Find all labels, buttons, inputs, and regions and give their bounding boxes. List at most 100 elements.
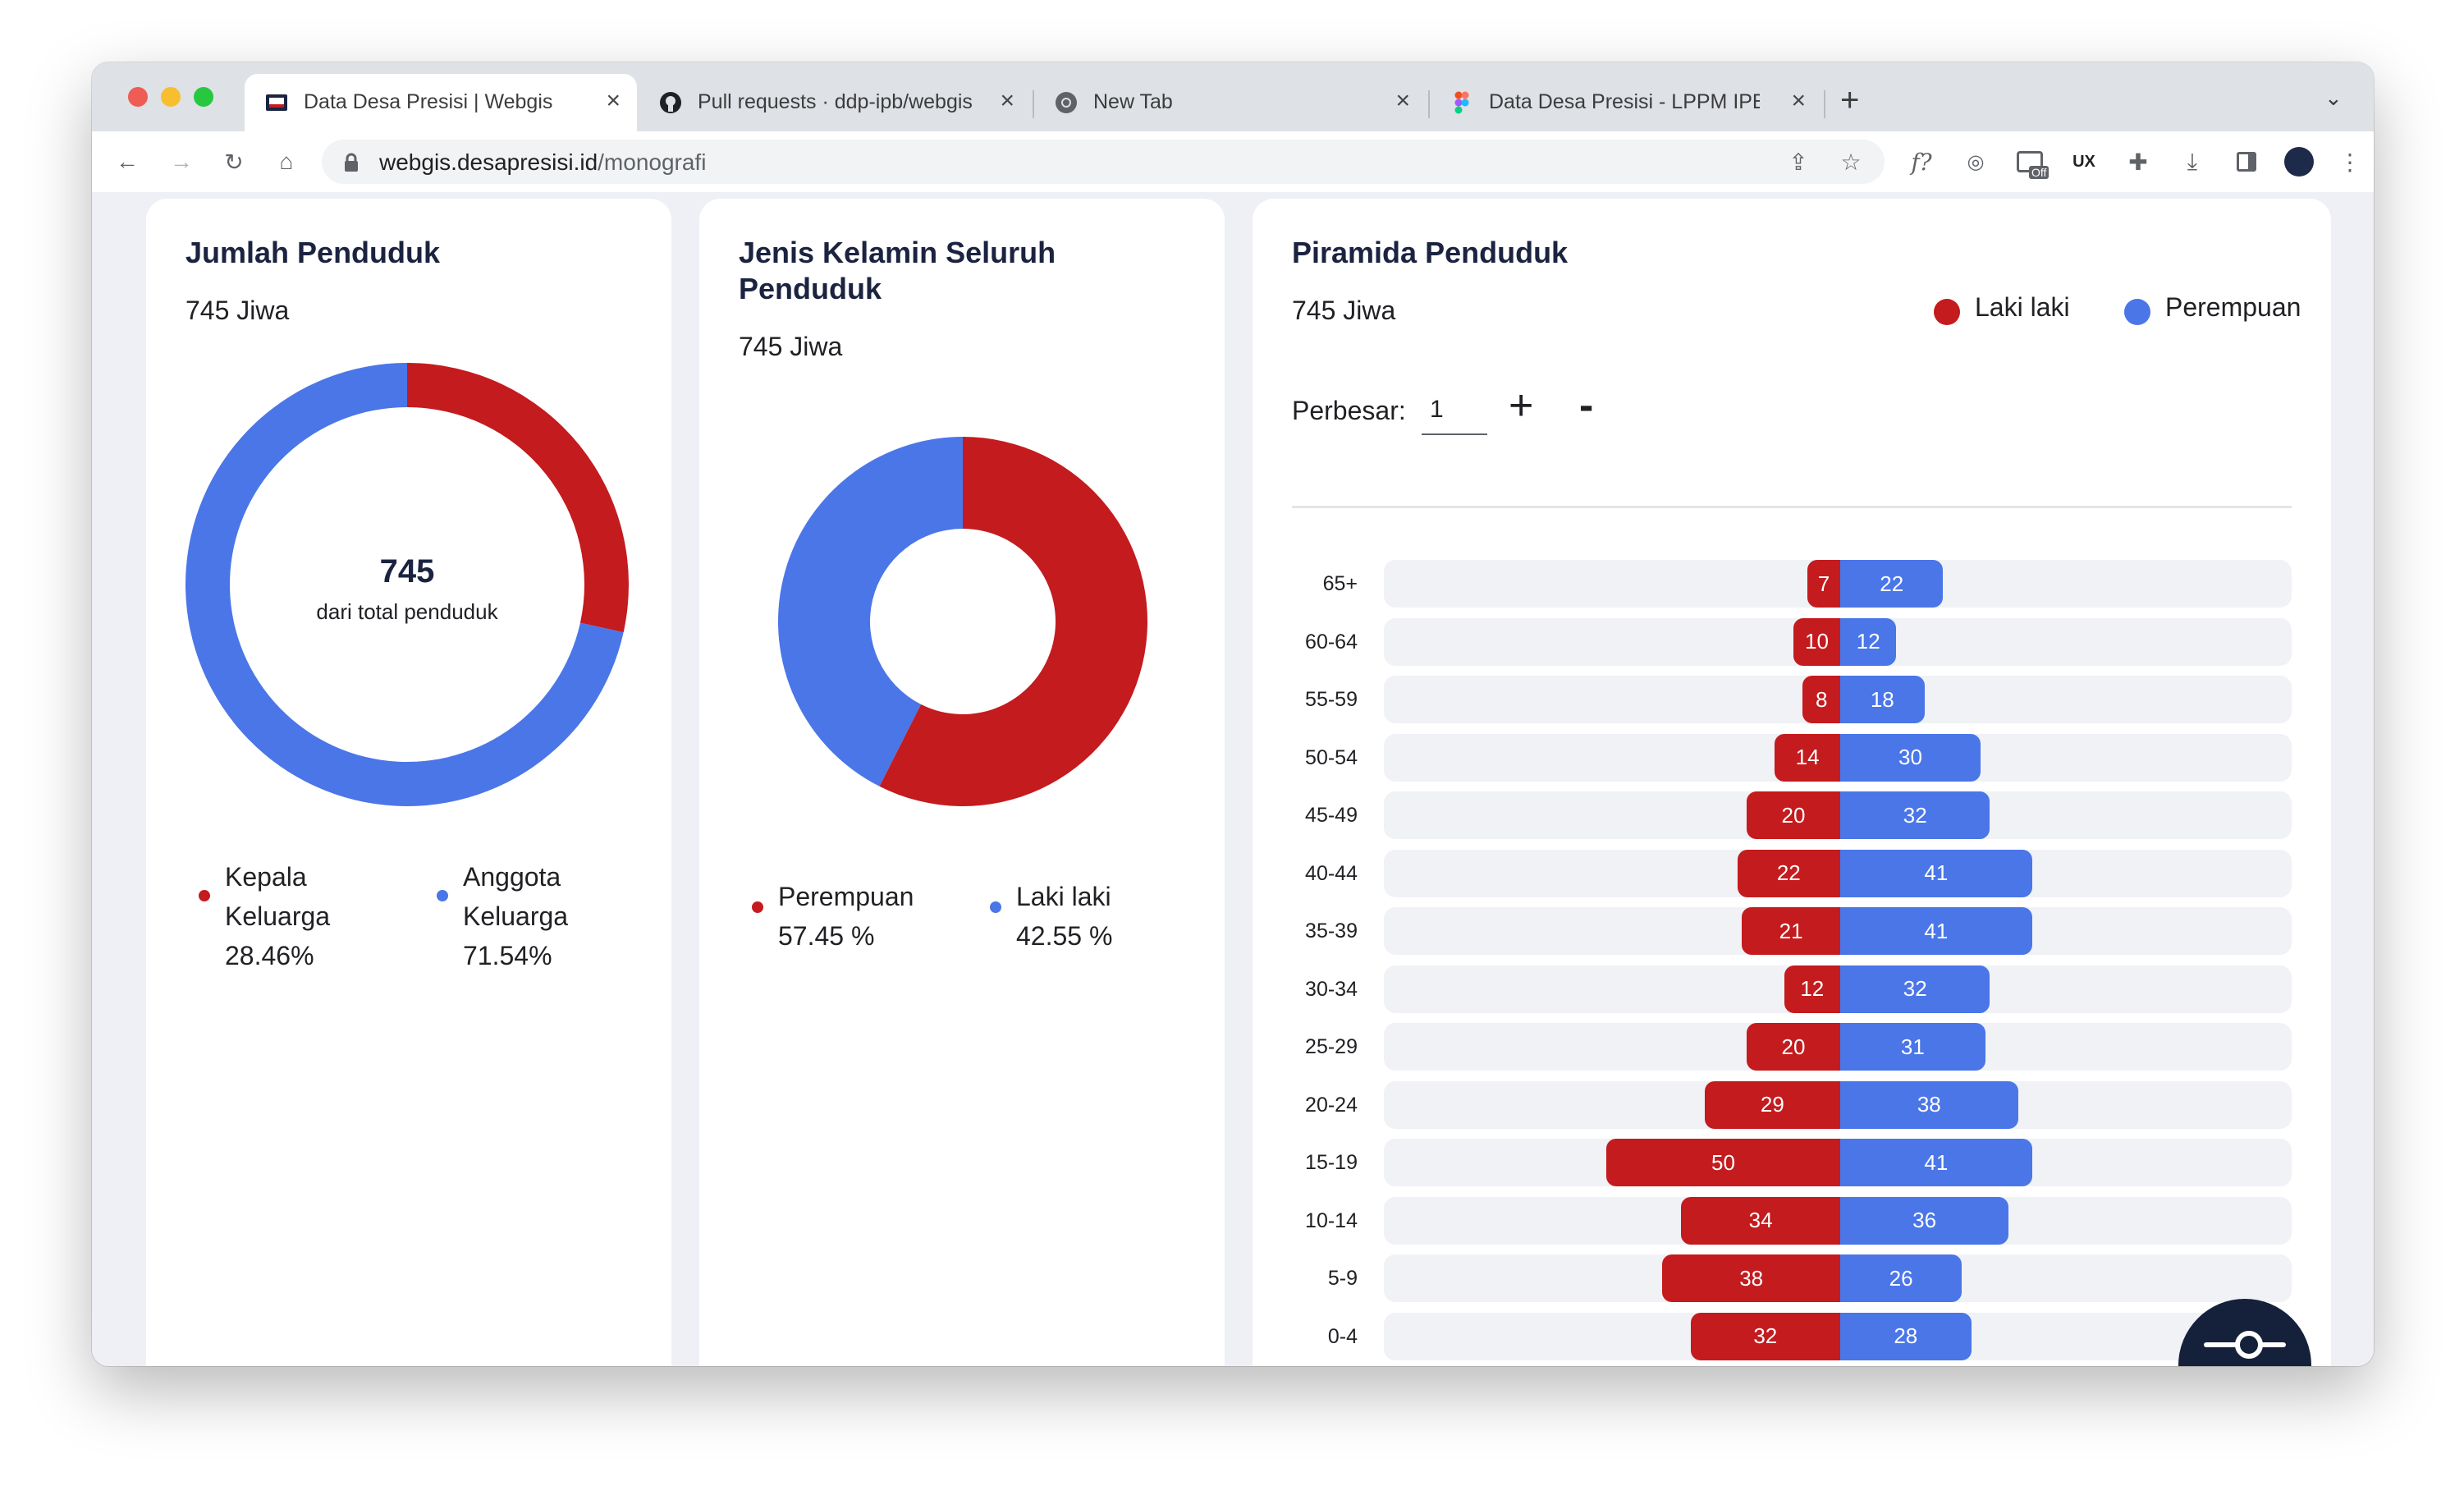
tab-title: Data Desa Presisi | Webgis [304,90,553,113]
address-bar[interactable]: webgis.desapresisi.id/monografi ⇪ ☆ [322,140,1885,184]
tab-webgis[interactable]: Data Desa Presisi | Webgis × [245,74,637,131]
pyramid-bar-laki-laki[interactable]: 7 [1807,560,1840,608]
zoom-input-value: 1 [1430,396,1444,423]
page-content: Jumlah Penduduk 745 Jiwa 745 dari total … [92,192,2374,1366]
home-icon[interactable]: ⌂ [271,146,302,177]
legend-anggota-keluarga: Anggota Keluarga 71.54% [463,862,569,970]
bookmark-star-icon[interactable]: ☆ [1835,146,1866,177]
compass-extension-icon[interactable]: ◎ [1960,146,1991,177]
zoom-input[interactable]: 1 [1422,389,1487,435]
pyramid-bar-perempuan[interactable]: 32 [1840,791,1990,839]
pyramid-bar-laki-laki[interactable]: 22 [1737,849,1840,897]
age-group-label: 0-4 [1327,1324,1358,1348]
age-group-label: 55-59 [1305,688,1358,711]
card-jumlah-penduduk: Jumlah Penduduk 745 Jiwa 745 dari total … [146,199,671,1366]
close-tab-icon[interactable]: × [606,87,621,115]
pyramid-bar-perempuan[interactable]: 26 [1840,1254,1962,1302]
screen-extension-icon[interactable]: Off [2014,146,2050,179]
new-tab-plus-icon[interactable]: + [1840,82,1859,119]
legend-dot-laki-laki [990,901,1001,913]
tab-bar: Data Desa Presisi | Webgis × Pull reques… [92,62,2374,131]
pyramid-bar-laki-laki[interactable]: 20 [1747,1023,1840,1071]
tab-title: Data Desa Presisi - LPPM IPB [1489,90,1760,113]
profile-avatar[interactable] [2283,146,2315,177]
pyramid-bar-laki-laki[interactable]: 12 [1784,965,1840,1013]
zoom-label: Perbesar: [1292,396,1406,425]
pyramid-bar-perempuan[interactable]: 31 [1840,1023,1985,1071]
share-icon[interactable]: ⇪ [1783,146,1814,177]
legend-perempuan: Perempuan [2165,292,2301,322]
pyramid-bar-laki-laki[interactable]: 29 [1704,1080,1840,1129]
pyramid-bar-laki-laki[interactable]: 34 [1681,1196,1840,1245]
minimize-window-button[interactable] [161,87,181,107]
puzzle-extensions-icon[interactable]: ✚ [2123,146,2154,177]
zoom-in-button[interactable]: + [1509,381,1533,430]
donut-slice-kepala-keluarga[interactable] [407,363,629,633]
legend-perempuan: Perempuan 57.45 % [778,882,914,951]
age-group-label: 40-44 [1305,861,1358,885]
legend-dot-kepala [199,890,210,901]
tab-search-chevron-icon[interactable]: ⌄ [2324,85,2343,111]
donut-center-value: 745 [379,553,435,589]
pyramid-bar-perempuan[interactable]: 28 [1840,1312,1972,1360]
total-jiwa: 745 Jiwa [739,332,843,361]
pyramid-bar-perempuan[interactable]: 32 [1840,965,1990,1013]
zoom-window-button[interactable] [194,87,213,107]
pyramid-bar-perempuan[interactable]: 18 [1840,676,1925,723]
tab-new-tab[interactable]: New Tab × [1034,74,1427,131]
reload-icon[interactable]: ↻ [218,146,250,177]
pyramid-bar-perempuan[interactable]: 41 [1840,907,2032,955]
card-title: Jenis Kelamin Seluruh Penduduk [739,236,1056,305]
ux-extension-icon[interactable]: UX [2068,146,2100,177]
pyramid-bar-perempuan[interactable]: 36 [1840,1196,2009,1245]
lock-icon [345,153,358,172]
fx-extension-icon[interactable]: f? [1906,146,1937,177]
total-jiwa: 745 Jiwa [1292,296,1396,325]
sliders-icon [2204,1331,2286,1359]
url-text: webgis.desapresisi.id/monografi [379,149,707,175]
tab-separator [1824,90,1825,118]
age-group-label: 5-9 [1327,1267,1358,1290]
tab-figma[interactable]: Data Desa Presisi - LPPM IPB × [1430,74,1822,131]
pyramid-bar-perempuan[interactable]: 41 [1840,1139,2032,1186]
pyramid-bar-laki-laki[interactable]: 21 [1742,907,1840,955]
forward-arrow-icon[interactable]: → [166,146,197,177]
pyramid-bar-perempuan[interactable]: 22 [1840,560,1944,608]
close-tab-icon[interactable]: × [1395,87,1410,115]
age-group-label: 10-14 [1305,1209,1358,1232]
age-group-label: 45-49 [1305,804,1358,827]
browser-window: Data Desa Presisi | Webgis × Pull reques… [92,62,2374,1366]
pyramid-bar-laki-laki[interactable]: 8 [1802,676,1840,723]
pyramid-bar-perempuan[interactable]: 41 [1840,849,2032,897]
age-group-label: 65+ [1322,572,1358,595]
age-group-label: 15-19 [1305,1151,1358,1174]
filter-settings-button[interactable] [2178,1299,2311,1366]
tab-github[interactable]: Pull requests · ddp-ipb/webgis × [639,74,1031,131]
github-icon [660,92,681,113]
pyramid-bar-perempuan[interactable]: 38 [1840,1080,2018,1129]
card-title: Jumlah Penduduk [185,236,441,269]
pyramid-bar-laki-laki[interactable]: 50 [1606,1139,1840,1186]
close-window-button[interactable] [128,87,148,107]
chrome-icon [1056,92,1077,113]
pyramid-bar-laki-laki[interactable]: 14 [1775,733,1840,782]
pyramid-bar-perempuan[interactable]: 12 [1840,617,1897,666]
zoom-out-button[interactable]: - [1579,381,1593,430]
side-panel-icon[interactable] [2231,146,2262,177]
pyramid-bar-laki-laki[interactable]: 10 [1793,617,1840,666]
pyramid-bar-laki-laki[interactable]: 20 [1747,791,1840,839]
pyramid-bar-laki-laki[interactable]: 32 [1690,1312,1840,1360]
legend-dot-laki-laki [1934,299,1960,325]
close-tab-icon[interactable]: × [1791,87,1806,115]
close-tab-icon[interactable]: × [1000,87,1014,115]
card-piramida-penduduk: Piramida Penduduk 745 Jiwa Laki laki Per… [1253,199,2331,1366]
back-arrow-icon[interactable]: ← [112,146,143,177]
legend-kepala-keluarga: Kepala Keluarga 28.46% [225,862,331,970]
download-icon[interactable]: ⤓ [2177,146,2208,177]
menu-kebab-icon[interactable]: ⋮ [2334,146,2366,177]
card-title: Piramida Penduduk [1292,236,1569,269]
pyramid-bar-perempuan[interactable]: 30 [1840,733,1981,782]
legend-dot-anggota [437,890,448,901]
pyramid-bar-laki-laki[interactable]: 38 [1662,1254,1840,1302]
total-jiwa: 745 Jiwa [185,296,290,325]
